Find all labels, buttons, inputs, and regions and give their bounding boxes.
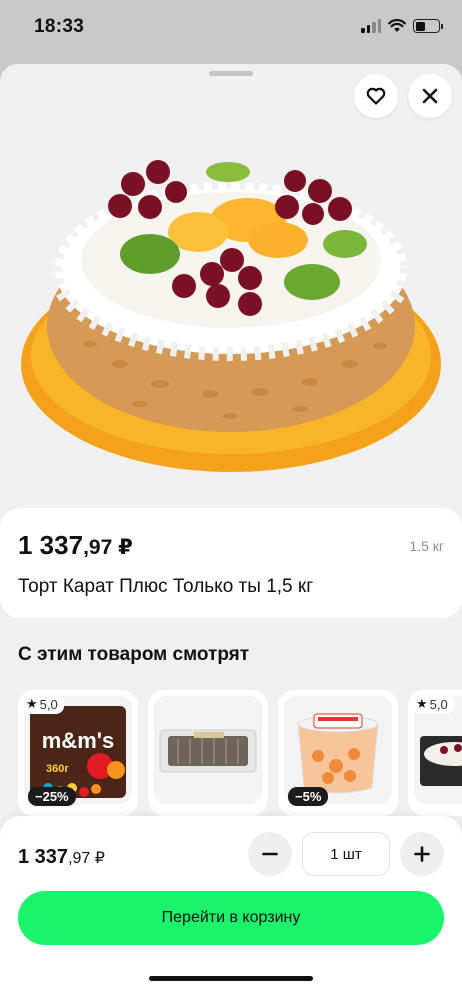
cellular-signal-icon	[361, 19, 381, 33]
product-title: Торт Карат Плюс Только ты 1,5 кг	[18, 576, 314, 597]
rating-badge: ★ 5,0	[22, 694, 64, 714]
recommendation-card[interactable]	[148, 690, 268, 816]
discount-badge: −5%	[288, 787, 329, 806]
recommendation-image	[154, 696, 262, 804]
recommendation-card[interactable]: ★ 5,0	[408, 690, 462, 816]
bottom-bar: 1 337,97 ₽ 1 шт Перейти в корзину	[0, 816, 462, 1000]
price-integer: 1 337	[18, 530, 84, 560]
home-indicator	[149, 976, 313, 981]
recommendation-card[interactable]: −5%	[278, 690, 398, 816]
bottom-price-fraction: ,97 ₽	[68, 850, 105, 867]
close-icon	[422, 88, 438, 104]
quantity-field[interactable]: 1 шт	[302, 832, 390, 876]
price-card: 1 337,97 ₽ 1.5 кг Торт Карат Плюс Только…	[0, 508, 462, 618]
product-weight: 1.5 кг	[409, 538, 444, 554]
heart-icon	[366, 87, 386, 105]
plus-icon	[414, 846, 430, 862]
product-price: 1 337,97 ₽	[18, 530, 133, 561]
recommendations-carousel[interactable]: m&m's 360г ★ 5,0 −25% −5% ★ 5,0	[0, 686, 462, 826]
rating-value: 5,0	[429, 696, 448, 712]
star-icon: ★	[416, 696, 428, 711]
increase-quantity-button[interactable]	[400, 832, 444, 876]
discount-badge: −25%	[28, 787, 76, 806]
go-to-cart-button[interactable]: Перейти в корзину	[18, 891, 444, 945]
recommendations-title: С этим товаром смотрят	[18, 644, 250, 665]
wifi-icon	[388, 19, 406, 32]
status-time: 18:33	[34, 16, 85, 37]
packaged-bread-image	[159, 729, 257, 773]
price-fraction: ,97 ₽	[83, 536, 133, 559]
status-icons	[361, 19, 443, 33]
favorite-button[interactable]	[354, 74, 398, 118]
star-icon: ★	[26, 696, 38, 711]
rating-badge: ★ 5,0	[412, 694, 454, 714]
product-sheet: 1 337,97 ₽ 1.5 кг Торт Карат Плюс Только…	[0, 64, 462, 1000]
close-button[interactable]	[408, 74, 452, 118]
mms-pack-size: 360г	[46, 763, 69, 775]
mms-logo-text: m&m's	[42, 728, 114, 753]
status-bar: 18:33	[0, 0, 462, 58]
bottom-price: 1 337,97 ₽	[18, 846, 105, 869]
battery-icon	[413, 19, 443, 33]
bottom-price-integer: 1 337	[18, 846, 69, 868]
recommendation-card[interactable]: m&m's 360г ★ 5,0 −25%	[18, 690, 138, 816]
minus-icon	[262, 852, 278, 856]
product-image	[21, 160, 441, 472]
decrease-quantity-button[interactable]	[248, 832, 292, 876]
rating-value: 5,0	[39, 696, 58, 712]
